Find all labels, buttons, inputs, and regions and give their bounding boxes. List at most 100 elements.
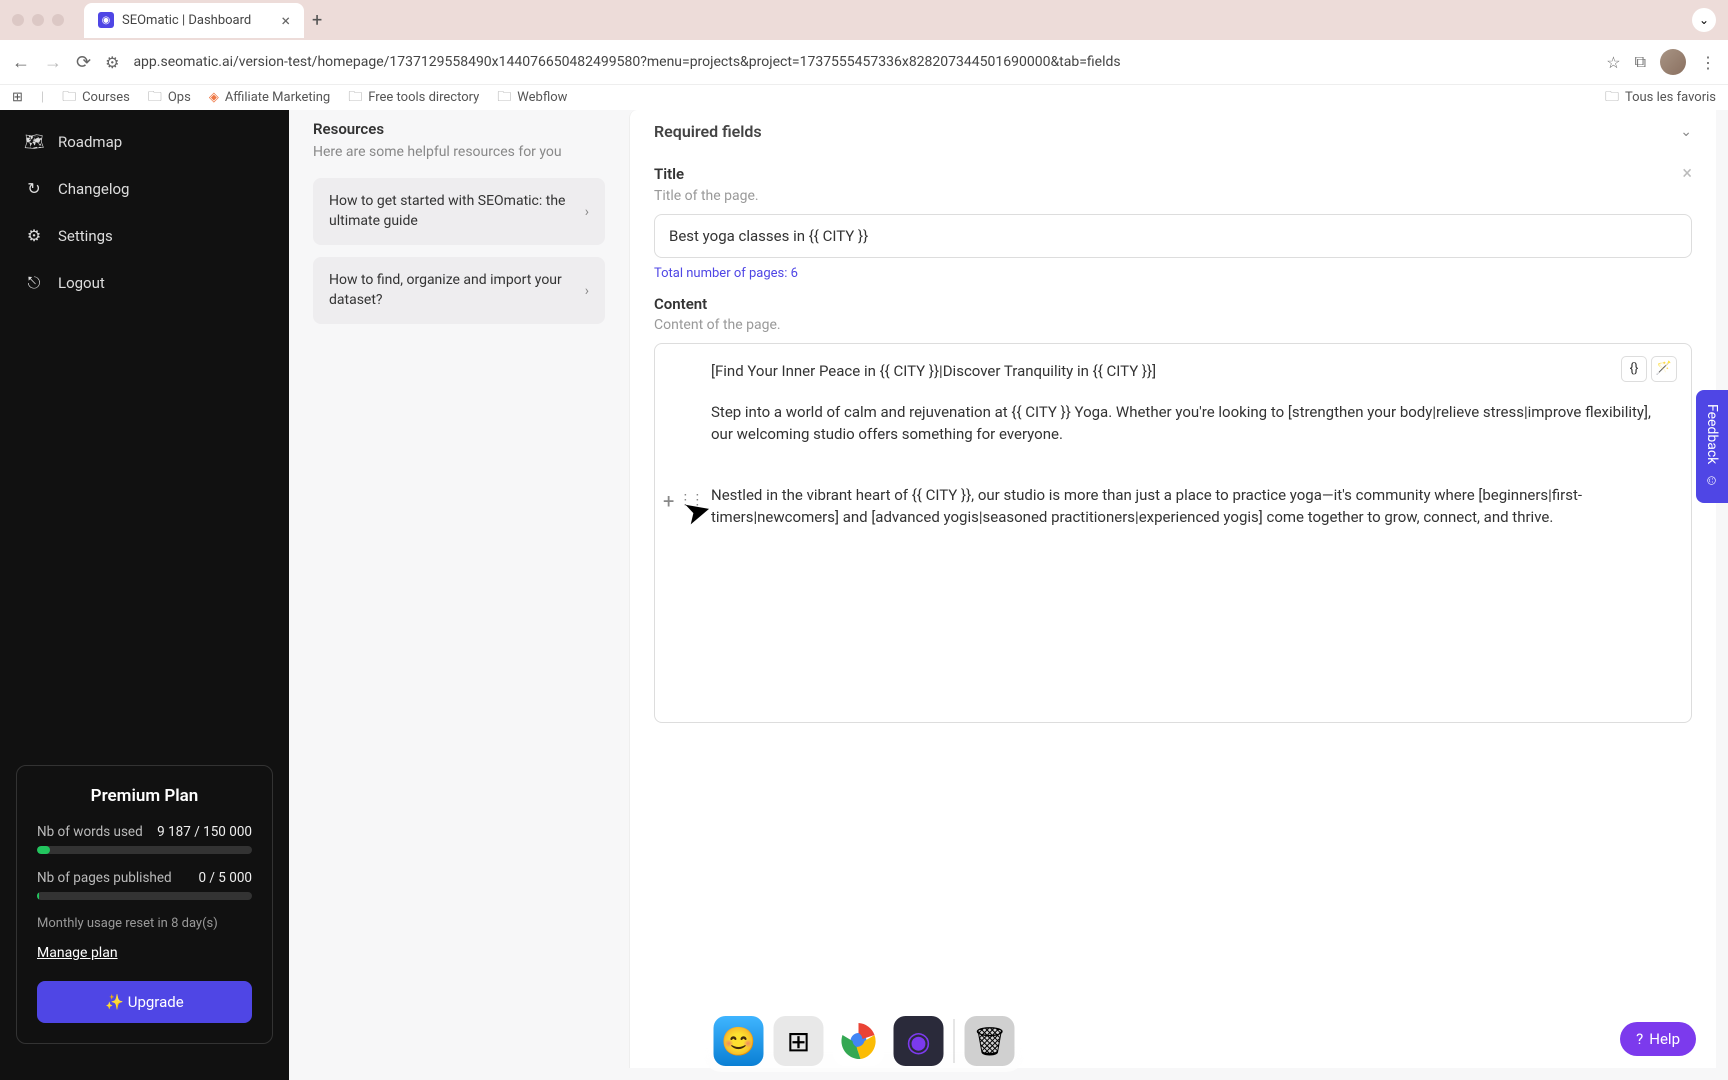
editor-paragraph[interactable]: Nestled in the vibrant heart of {{ CITY …	[711, 484, 1671, 529]
content-editor[interactable]: {} 🪄 [Find Your Inner Peace in {{ CITY }…	[654, 343, 1692, 723]
help-label: Help	[1649, 1030, 1680, 1048]
app-container: 🗺 Roadmap ↻ Changelog ⚙ Settings ⎋ Logout Pr…	[0, 110, 1728, 1080]
editor-toolbar: {} 🪄	[1621, 356, 1677, 382]
smile-icon: ☺	[1704, 474, 1721, 488]
reset-text: Monthly usage reset in 8 day(s)	[37, 916, 252, 931]
all-bookmarks[interactable]: 🗀Tous les favoris	[1605, 86, 1716, 110]
pages-progress	[37, 892, 252, 900]
sidebar-item-label: Settings	[58, 227, 113, 245]
minimize-window-icon[interactable]	[32, 14, 44, 26]
sidebar-item-label: Changelog	[58, 180, 129, 198]
sidebar: 🗺 Roadmap ↻ Changelog ⚙ Settings ⎋ Logout Pr…	[0, 110, 289, 1080]
resource-text: How to get started with SEOmatic: the ul…	[329, 192, 575, 231]
forward-button[interactable]: →	[44, 52, 62, 73]
profile-avatar[interactable]	[1660, 49, 1686, 75]
chevron-down-icon: ⌄	[1680, 124, 1692, 140]
chevron-right-icon: ›	[585, 283, 589, 299]
sidebar-item-changelog[interactable]: ↻ Changelog	[0, 165, 289, 212]
variables-button[interactable]: {}	[1621, 356, 1647, 382]
title-field-block: Title × Title of the page. Total number …	[654, 163, 1692, 281]
field-label: Content	[654, 295, 1692, 313]
bookmarks-bar: ⊞ | 🗀Courses 🗀Ops ◈Affiliate Marketing 🗀…	[0, 84, 1728, 110]
pages-count-link[interactable]: Total number of pages: 6	[654, 266, 798, 281]
block-handle[interactable]: + ⋮⋮	[663, 486, 702, 516]
refresh-icon: ↻	[24, 179, 44, 198]
dock-app[interactable]: ◉	[894, 1016, 944, 1066]
close-window-icon[interactable]	[12, 14, 24, 26]
new-tab-button[interactable]: +	[312, 10, 322, 31]
sidebar-item-roadmap[interactable]: 🗺 Roadmap	[0, 118, 289, 165]
extensions-icon[interactable]: ⧉	[1635, 52, 1646, 72]
upgrade-button[interactable]: ✨ Upgrade	[37, 981, 252, 1023]
resources-title: Resources	[313, 120, 605, 138]
feedback-label: Feedback	[1704, 404, 1720, 464]
bookmark-star-icon[interactable]: ☆	[1606, 53, 1620, 72]
tab-title: SEOmatic | Dashboard	[122, 13, 251, 28]
editor-paragraph[interactable]: Step into a world of calm and rejuvenati…	[711, 401, 1671, 446]
dock-separator	[954, 1019, 955, 1063]
logout-icon: ⎋	[24, 273, 44, 293]
maximize-window-icon[interactable]	[52, 14, 64, 26]
bookmark-webflow[interactable]: 🗀Webflow	[497, 86, 567, 110]
tabs-dropdown-icon[interactable]: ⌄	[1692, 8, 1716, 32]
plan-card: Premium Plan Nb of words used9 187 / 150…	[16, 765, 273, 1044]
resource-card[interactable]: How to get started with SEOmatic: the ul…	[313, 178, 605, 245]
add-block-icon[interactable]: +	[663, 486, 674, 516]
title-input[interactable]	[654, 214, 1692, 258]
resources-subtitle: Here are some helpful resources for you	[313, 144, 605, 160]
remove-field-icon[interactable]: ×	[1682, 163, 1692, 184]
apps-icon[interactable]: ⊞	[12, 90, 23, 105]
close-tab-icon[interactable]: ×	[281, 11, 290, 30]
bookmark-courses[interactable]: 🗀Courses	[62, 86, 130, 110]
browser-tab[interactable]: SEOmatic | Dashboard ×	[84, 3, 304, 38]
tab-favicon-icon	[98, 12, 114, 28]
pages-stat: Nb of pages published0 / 5 000	[37, 870, 252, 886]
content-field-block: Content Content of the page. {} 🪄 [Find …	[654, 295, 1692, 723]
bookmark-affiliate[interactable]: ◈Affiliate Marketing	[209, 90, 330, 105]
main-content: Resources Here are some helpful resource…	[289, 110, 1728, 1080]
site-info-icon[interactable]: ⚙	[105, 53, 119, 72]
dock-launchpad[interactable]: ⊞	[774, 1016, 824, 1066]
map-icon: 🗺	[24, 132, 44, 151]
traffic-lights	[12, 14, 64, 26]
dock-chrome[interactable]	[834, 1016, 884, 1066]
back-button[interactable]: ←	[12, 52, 30, 73]
browser-menu-icon[interactable]: ⋮	[1700, 53, 1716, 72]
dock-finder[interactable]: 😊	[714, 1016, 764, 1066]
sidebar-item-logout[interactable]: ⎋ Logout	[0, 259, 289, 307]
sidebar-item-label: Roadmap	[58, 133, 122, 151]
manage-plan-link[interactable]: Manage plan	[37, 945, 252, 961]
field-description: Title of the page.	[654, 188, 1692, 204]
words-progress	[37, 846, 252, 854]
tab-bar: SEOmatic | Dashboard × + ⌄	[0, 0, 1728, 40]
help-icon: ?	[1636, 1030, 1643, 1048]
resource-card[interactable]: How to find, organize and import your da…	[313, 257, 605, 324]
fields-panel: Required fields ⌄ Title × Title of the p…	[629, 110, 1716, 1068]
sidebar-item-settings[interactable]: ⚙ Settings	[0, 212, 289, 259]
section-header[interactable]: Required fields ⌄	[654, 122, 1692, 149]
magic-wand-button[interactable]: 🪄	[1651, 356, 1677, 382]
plan-title: Premium Plan	[37, 786, 252, 806]
resource-text: How to find, organize and import your da…	[329, 271, 575, 310]
field-description: Content of the page.	[654, 317, 1692, 333]
url-field[interactable]: app.seomatic.ai/version-test/homepage/17…	[133, 54, 1592, 70]
nav-list: 🗺 Roadmap ↻ Changelog ⚙ Settings ⎋ Logout	[0, 110, 289, 315]
sidebar-item-label: Logout	[58, 274, 105, 292]
macos-dock: 😊 ⊞ ◉ 🗑	[704, 1010, 1025, 1072]
drag-handle-icon[interactable]: ⋮⋮	[678, 490, 702, 511]
bookmark-ops[interactable]: 🗀Ops	[148, 86, 191, 110]
browser-chrome: SEOmatic | Dashboard × + ⌄ ← → ⟳ ⚙ app.s…	[0, 0, 1728, 110]
section-title: Required fields	[654, 122, 762, 141]
help-button[interactable]: ? Help	[1620, 1022, 1696, 1056]
bookmark-tools[interactable]: 🗀Free tools directory	[348, 86, 479, 110]
dock-trash[interactable]: 🗑	[965, 1016, 1015, 1066]
resources-panel: Resources Here are some helpful resource…	[289, 110, 629, 1080]
words-stat: Nb of words used9 187 / 150 000	[37, 824, 252, 840]
chevron-right-icon: ›	[585, 204, 589, 220]
field-label: Title	[654, 165, 684, 183]
address-bar: ← → ⟳ ⚙ app.seomatic.ai/version-test/hom…	[0, 40, 1728, 84]
editor-paragraph[interactable]: [Find Your Inner Peace in {{ CITY }}|Dis…	[711, 360, 1671, 383]
reload-button[interactable]: ⟳	[76, 52, 91, 73]
feedback-tab[interactable]: Feedback ☺	[1696, 390, 1728, 503]
gear-icon: ⚙	[24, 226, 44, 245]
